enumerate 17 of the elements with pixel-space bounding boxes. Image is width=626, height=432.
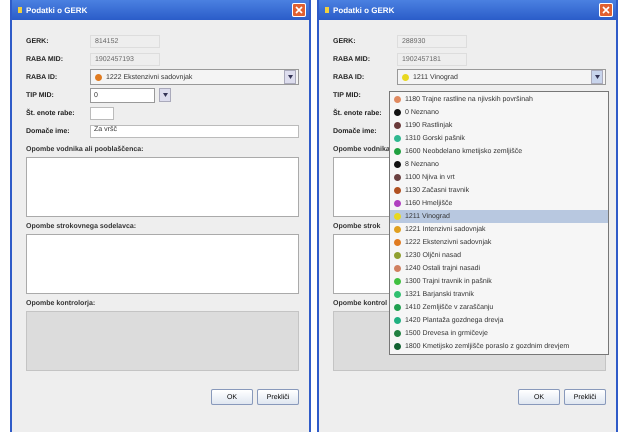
- dropdown-arrow-button[interactable]: [591, 70, 603, 84]
- window-title: Podatki o GERK: [333, 6, 396, 14]
- app-icon: [18, 7, 22, 13]
- window-title: Podatki o GERK: [26, 6, 88, 14]
- close-icon: [295, 6, 303, 14]
- input-field[interactable]: [90, 106, 114, 120]
- caret-icon: [288, 75, 292, 79]
- dropdown-arrow-button[interactable]: [159, 88, 171, 102]
- caret-icon: [594, 75, 600, 79]
- dropdown-arrow-button[interactable]: [284, 70, 296, 84]
- notes-text-area[interactable]: [26, 157, 299, 217]
- close-button[interactable]: [292, 3, 306, 17]
- close-icon: [602, 6, 610, 14]
- app-icon: [325, 7, 329, 13]
- notes-text-area[interactable]: [26, 234, 299, 294]
- caret-icon: [162, 93, 168, 97]
- close-button[interactable]: [599, 3, 613, 17]
